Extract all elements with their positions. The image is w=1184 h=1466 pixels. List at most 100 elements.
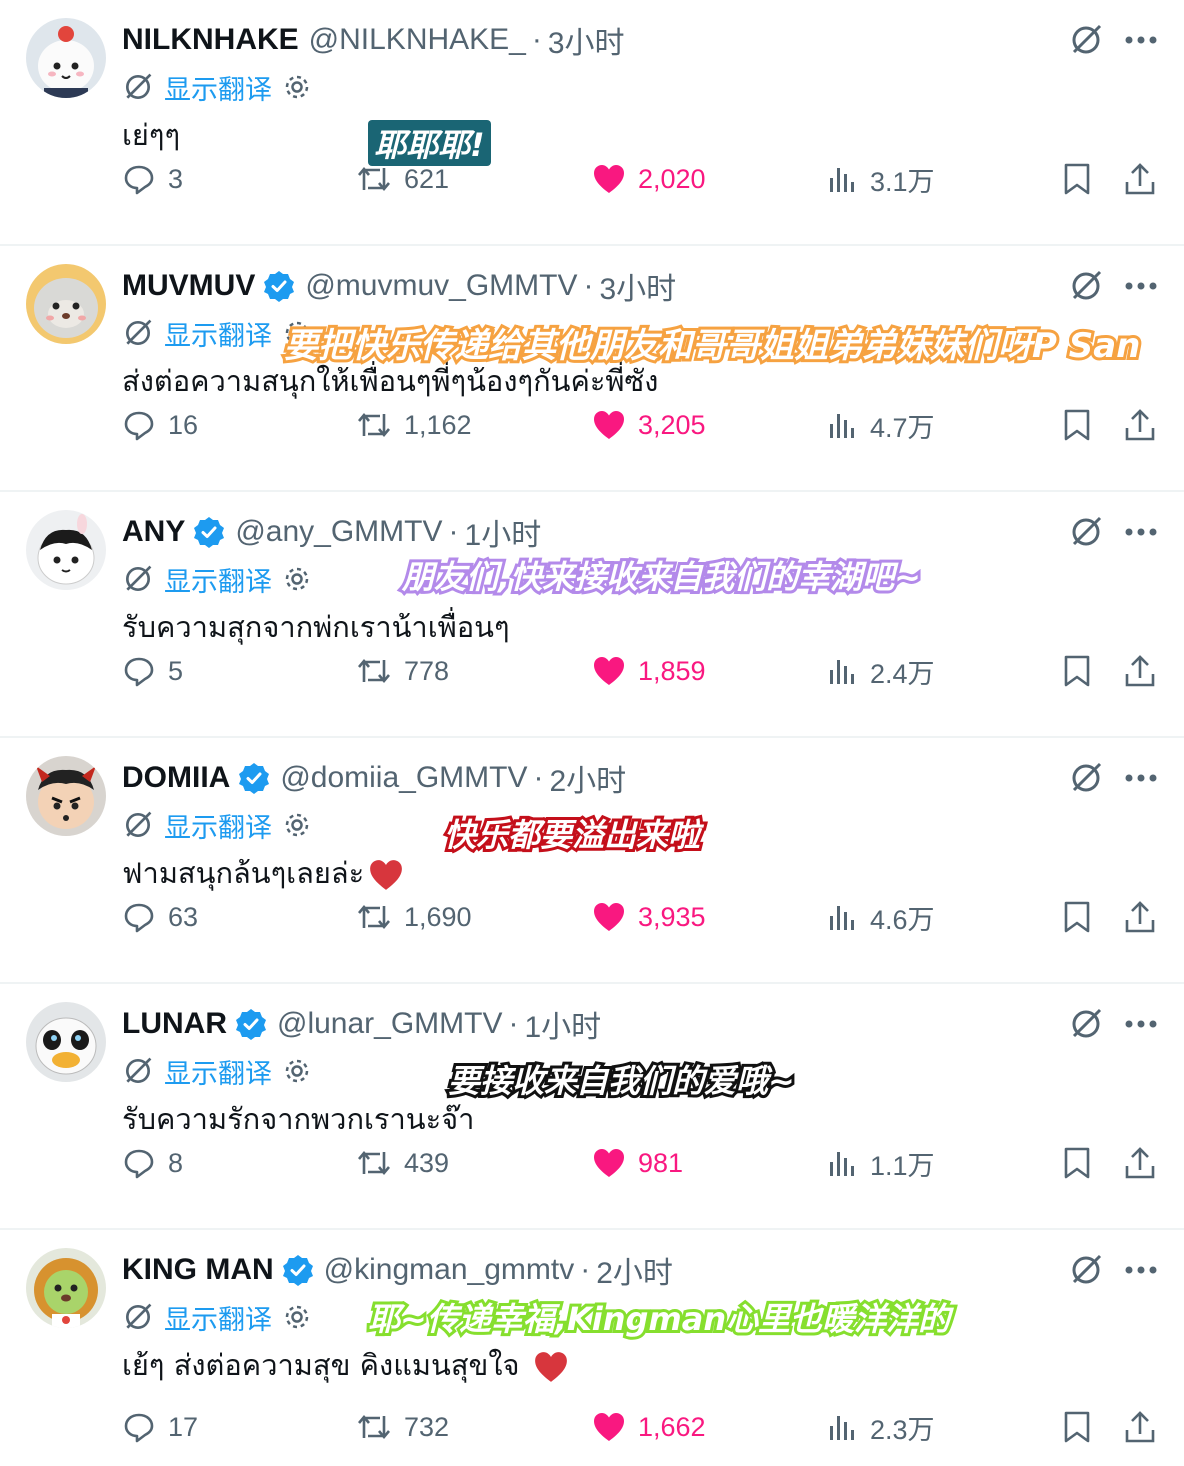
- tweet-item[interactable]: ANY @any_GMMTV · 1小时 显示翻译 รับความสุกจากพ…: [0, 492, 1184, 738]
- share-button[interactable]: [1124, 646, 1156, 696]
- gear-icon[interactable]: [282, 810, 312, 840]
- display-name[interactable]: LUNAR: [122, 1007, 227, 1041]
- tweet-item[interactable]: LUNAR @lunar_GMMTV · 1小时 显示翻译 รับความรัก…: [0, 984, 1184, 1230]
- bookmark-button[interactable]: [1062, 154, 1092, 204]
- retweet-button[interactable]: 439: [356, 1138, 449, 1188]
- user-handle[interactable]: @kingman_gmmtv: [324, 1253, 575, 1287]
- show-translation-link[interactable]: 显示翻译: [164, 314, 272, 353]
- user-handle[interactable]: @any_GMMTV: [235, 515, 442, 549]
- bookmark-button[interactable]: [1062, 1138, 1092, 1188]
- analytics-icon: [830, 660, 854, 684]
- bookmark-button[interactable]: [1062, 1402, 1092, 1452]
- like-button[interactable]: 3,205: [592, 400, 706, 450]
- retweet-button[interactable]: 778: [356, 646, 449, 696]
- analytics-icon: [830, 414, 854, 438]
- more-options-icon[interactable]: [1124, 1265, 1158, 1275]
- share-button[interactable]: [1124, 1402, 1156, 1452]
- display-name[interactable]: KING MAN: [122, 1253, 274, 1287]
- lion-mascot-avatar[interactable]: [26, 1248, 106, 1328]
- views-button[interactable]: 4.6万: [828, 892, 935, 942]
- gear-icon[interactable]: [282, 1302, 312, 1332]
- show-translation-link[interactable]: 显示翻译: [164, 1298, 272, 1337]
- views-button[interactable]: 2.3万: [828, 1402, 935, 1452]
- display-name[interactable]: DOMIIA: [122, 761, 230, 795]
- translate-off-icon[interactable]: [1068, 760, 1104, 796]
- demon-mascot-avatar[interactable]: [26, 756, 106, 836]
- reply-button[interactable]: 3: [122, 154, 183, 204]
- views-button[interactable]: 4.7万: [828, 400, 935, 450]
- like-button[interactable]: 2,020: [592, 154, 706, 204]
- like-button[interactable]: 3,935: [592, 892, 706, 942]
- show-translation-link[interactable]: 显示翻译: [164, 806, 272, 845]
- reply-button[interactable]: 16: [122, 400, 198, 450]
- display-name[interactable]: MUVMUV: [122, 269, 255, 303]
- more-options-icon[interactable]: [1124, 281, 1158, 291]
- show-translation-link[interactable]: 显示翻译: [164, 68, 272, 107]
- reply-button[interactable]: 8: [122, 1138, 183, 1188]
- tweet-item[interactable]: KING MAN @kingman_gmmtv · 2小时 显示翻译 เย้ๆ …: [0, 1230, 1184, 1466]
- timestamp[interactable]: 1小时: [465, 510, 542, 554]
- more-options-icon[interactable]: [1124, 527, 1158, 537]
- more-options-icon[interactable]: [1124, 1019, 1158, 1029]
- tweet-text: เย้ๆ ส่งต่อความสุข คิงแมนสุขใจ: [122, 1342, 569, 1388]
- more-options-icon[interactable]: [1124, 35, 1158, 45]
- show-translation-link[interactable]: 显示翻译: [164, 1052, 272, 1091]
- tweet-item[interactable]: DOMIIA @domiia_GMMTV · 2小时 显示翻译 ฟามสนุกล…: [0, 738, 1184, 984]
- display-name[interactable]: NILKNHAKE: [122, 23, 299, 57]
- timestamp[interactable]: 1小时: [525, 1002, 602, 1046]
- bookmark-button[interactable]: [1062, 646, 1092, 696]
- reply-button[interactable]: 5: [122, 646, 183, 696]
- tweet-item[interactable]: MUVMUV @muvmuv_GMMTV · 3小时 显示翻译 ส่งต่อคว…: [0, 246, 1184, 492]
- share-button[interactable]: [1124, 154, 1156, 204]
- timestamp[interactable]: 3小时: [548, 18, 625, 62]
- like-button[interactable]: 981: [592, 1138, 683, 1188]
- more-options-icon[interactable]: [1124, 773, 1158, 783]
- user-handle[interactable]: @muvmuv_GMMTV: [305, 269, 577, 303]
- bunny-mascot-avatar[interactable]: [26, 510, 106, 590]
- white-mascot-avatar[interactable]: [26, 18, 106, 98]
- translate-off-icon[interactable]: [1068, 268, 1104, 304]
- share-button[interactable]: [1124, 892, 1156, 942]
- translate-off-icon[interactable]: [1068, 22, 1104, 58]
- bookmark-icon: [1064, 1147, 1090, 1179]
- view-count: 4.7万: [870, 412, 935, 443]
- reply-button[interactable]: 17: [122, 1402, 198, 1452]
- user-handle[interactable]: @NILKNHAKE_: [309, 23, 526, 57]
- bookmark-button[interactable]: [1062, 892, 1092, 942]
- user-handle[interactable]: @lunar_GMMTV: [277, 1007, 503, 1041]
- like-button[interactable]: 1,662: [592, 1402, 706, 1452]
- timestamp[interactable]: 2小时: [596, 1248, 673, 1292]
- show-translation-link[interactable]: 显示翻译: [164, 560, 272, 599]
- share-icon: [1125, 901, 1155, 933]
- verified-badge-icon: [282, 1255, 313, 1286]
- retweet-button[interactable]: 732: [356, 1402, 449, 1452]
- heart-filled-icon: [594, 411, 624, 439]
- gear-icon[interactable]: [282, 1056, 312, 1086]
- retweet-button[interactable]: 1,162: [356, 400, 472, 450]
- views-button[interactable]: 1.1万: [828, 1138, 935, 1188]
- translate-off-icon[interactable]: [1068, 1252, 1104, 1288]
- gear-icon[interactable]: [282, 72, 312, 102]
- retweet-count: 621: [404, 163, 450, 194]
- like-button[interactable]: 1,859: [592, 646, 706, 696]
- display-name[interactable]: ANY: [122, 515, 185, 549]
- reply-button[interactable]: 63: [122, 892, 198, 942]
- tweet-header: ANY @any_GMMTV · 1小时: [122, 512, 541, 552]
- share-button[interactable]: [1124, 400, 1156, 450]
- gear-icon[interactable]: [282, 564, 312, 594]
- share-button[interactable]: [1124, 1138, 1156, 1188]
- duck-mascot-avatar[interactable]: [26, 1002, 106, 1082]
- bookmark-button[interactable]: [1062, 400, 1092, 450]
- timestamp[interactable]: 2小时: [550, 756, 627, 800]
- reply-count: 5: [168, 655, 184, 686]
- tweet-item[interactable]: NILKNHAKE @NILKNHAKE_ · 3小时 显示翻译 เย่ๆๆ 耶…: [0, 0, 1184, 246]
- timestamp[interactable]: 3小时: [599, 264, 676, 308]
- verified-badge-icon: [236, 1009, 266, 1040]
- translate-off-icon[interactable]: [1068, 514, 1104, 550]
- fluffy-mascot-avatar[interactable]: [26, 264, 106, 344]
- user-handle[interactable]: @domiia_GMMTV: [280, 761, 527, 795]
- views-button[interactable]: 3.1万: [828, 154, 935, 204]
- retweet-button[interactable]: 1,690: [356, 892, 472, 942]
- views-button[interactable]: 2.4万: [828, 646, 935, 696]
- translate-off-icon[interactable]: [1068, 1006, 1104, 1042]
